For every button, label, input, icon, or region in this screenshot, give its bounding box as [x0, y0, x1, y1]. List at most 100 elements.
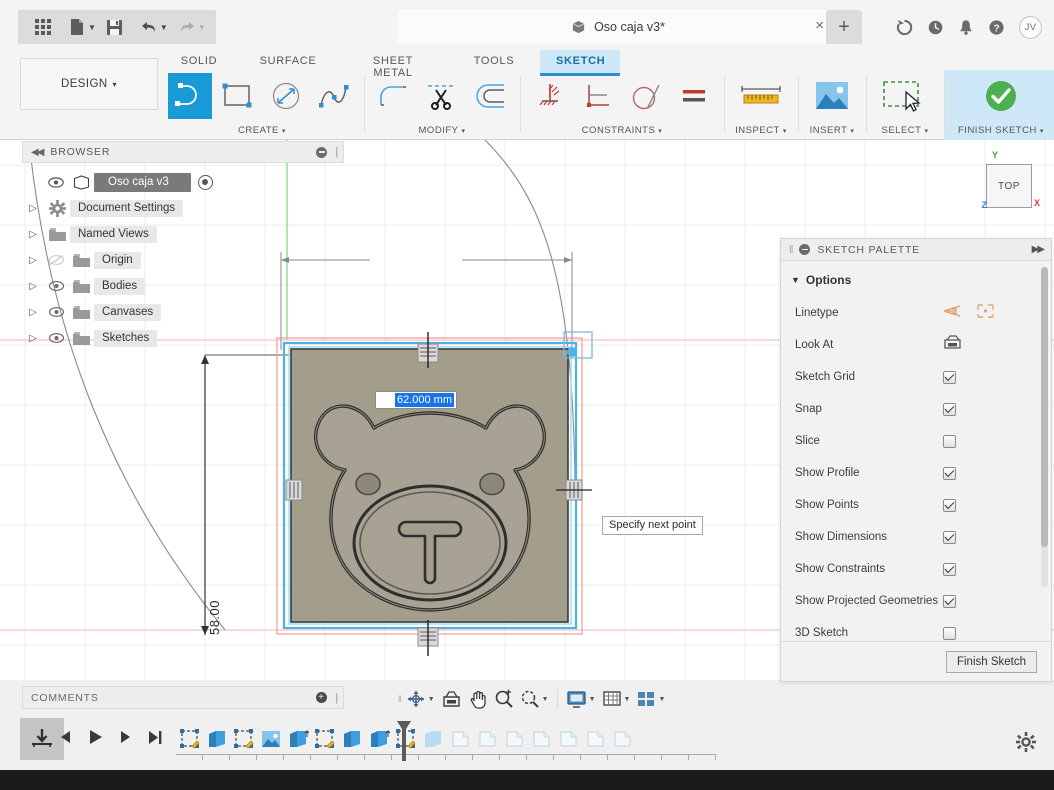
- timeline-item-pending[interactable]: [608, 724, 635, 754]
- help-icon[interactable]: ?: [988, 19, 1005, 36]
- expand-arrow-icon[interactable]: ▷: [22, 229, 44, 240]
- add-comment-button[interactable]: +: [316, 692, 327, 703]
- visibility-eye-off-icon[interactable]: [44, 254, 68, 266]
- timeline-item-pending[interactable]: [581, 724, 608, 754]
- insert-canvas-button[interactable]: [806, 73, 858, 119]
- linetype-normal-icon[interactable]: [943, 303, 962, 324]
- document-tab[interactable]: Oso caja v3* ×: [398, 10, 838, 44]
- viewports-button[interactable]: ▼: [634, 689, 667, 709]
- options-section-header[interactable]: ▼ Options: [781, 269, 1051, 297]
- palette-minimize-button[interactable]: [799, 244, 811, 255]
- snap-checkbox[interactable]: [943, 402, 956, 416]
- create-line-button[interactable]: [168, 73, 212, 119]
- undo-caret-icon[interactable]: ▼: [160, 23, 168, 32]
- timeline-item-extrude[interactable]: [284, 724, 311, 754]
- close-tab-button[interactable]: ×: [815, 18, 824, 33]
- new-tab-button[interactable]: +: [826, 10, 862, 44]
- redo-caret-icon[interactable]: ▼: [198, 23, 206, 32]
- dimension-input[interactable]: 62.000 mm: [375, 391, 457, 409]
- ribbon-group-modify-label[interactable]: MODIFY ▾: [419, 125, 466, 136]
- save-button[interactable]: [98, 12, 132, 42]
- expand-arrow-icon[interactable]: ▷: [22, 255, 44, 266]
- zoom-button[interactable]: [492, 688, 516, 710]
- show-profile-checkbox[interactable]: [943, 466, 956, 480]
- navbar-grip-icon[interactable]: ‖: [398, 694, 402, 704]
- expand-arrow-icon[interactable]: ▷: [22, 307, 44, 318]
- timeline-item-extrude[interactable]: [365, 724, 392, 754]
- modify-fillet-button[interactable]: [372, 73, 416, 119]
- timeline-item-pending[interactable]: [554, 724, 581, 754]
- look-at-icon[interactable]: [943, 334, 962, 356]
- ribbon-group-insert-label[interactable]: INSERT ▾: [810, 125, 855, 136]
- slice-checkbox[interactable]: [943, 434, 956, 448]
- timeline-item-canvas[interactable]: [257, 724, 284, 754]
- linetype-construction-icon[interactable]: [976, 303, 995, 324]
- timeline-settings-button[interactable]: [1016, 732, 1036, 757]
- palette-scrollbar[interactable]: [1041, 267, 1048, 587]
- timeline-item-sketch[interactable]: [311, 724, 338, 754]
- zoom-window-button[interactable]: ▼: [518, 688, 551, 710]
- modify-offset-button[interactable]: [468, 73, 512, 119]
- browser-minimize-button[interactable]: [316, 146, 327, 158]
- ribbon-group-select-label[interactable]: SELECT ▾: [882, 125, 929, 136]
- timeline-item-pending[interactable]: [473, 724, 500, 754]
- create-spline-button[interactable]: [312, 73, 356, 119]
- select-tool-button[interactable]: [874, 73, 936, 119]
- show-constraints-checkbox[interactable]: [943, 562, 956, 576]
- timeline-playhead[interactable]: [396, 720, 412, 762]
- palette-grip-icon[interactable]: ‖: [789, 244, 794, 256]
- view-cube[interactable]: TOP: [986, 164, 1032, 208]
- orbit-button[interactable]: ▼: [404, 688, 437, 710]
- expand-arrow-icon[interactable]: ▷: [22, 203, 44, 214]
- collapse-right-icon[interactable]: ▶▶: [1032, 244, 1045, 255]
- timeline-item-pending[interactable]: [500, 724, 527, 754]
- tree-node-root[interactable]: Oso caja v3: [22, 169, 344, 195]
- timeline-item-pending[interactable]: [446, 724, 473, 754]
- finish-sketch-button[interactable]: [973, 73, 1029, 119]
- sketch-grid-checkbox[interactable]: [943, 370, 956, 384]
- tree-node-canvases[interactable]: ▷ Canvases: [22, 299, 344, 325]
- visibility-eye-icon[interactable]: [44, 306, 68, 318]
- activate-component-icon[interactable]: [197, 174, 213, 190]
- collapse-left-icon[interactable]: ◀◀: [31, 147, 44, 158]
- show-dimensions-checkbox[interactable]: [943, 530, 956, 544]
- visibility-eye-icon[interactable]: [44, 332, 68, 344]
- comments-bar[interactable]: COMMENTS + |: [22, 686, 344, 709]
- bell-icon[interactable]: [958, 19, 974, 36]
- tree-node-origin[interactable]: ▷ Origin: [22, 247, 344, 273]
- history-icon[interactable]: [927, 19, 944, 36]
- tree-node-bodies[interactable]: ▷ Bodies: [22, 273, 344, 299]
- timeline-item-sketch[interactable]: [176, 724, 203, 754]
- timeline-item-pending[interactable]: [527, 724, 554, 754]
- app-grid-button[interactable]: [26, 12, 60, 42]
- look-at-button[interactable]: [439, 689, 464, 710]
- timeline-item-extrude[interactable]: [203, 724, 230, 754]
- avatar[interactable]: JV: [1019, 16, 1042, 39]
- visibility-eye-icon[interactable]: [44, 280, 68, 292]
- create-circle-button[interactable]: [264, 73, 308, 119]
- constraint-perpendicular-button[interactable]: [576, 73, 620, 119]
- ribbon-group-inspect-label[interactable]: INSPECT ▾: [735, 125, 787, 136]
- constraint-equal-button[interactable]: [672, 73, 716, 119]
- timeline-play-button[interactable]: [87, 728, 104, 751]
- ribbon-group-create-label[interactable]: CREATE ▾: [238, 125, 286, 136]
- 3d-sketch-checkbox[interactable]: [943, 626, 956, 640]
- refresh-icon[interactable]: [896, 19, 913, 36]
- comments-resize-grip[interactable]: |: [335, 692, 339, 704]
- create-rectangle-button[interactable]: [216, 73, 260, 119]
- workspace-switcher-button[interactable]: DESIGN ▾: [20, 58, 158, 110]
- tree-node-sketches[interactable]: ▷ Sketches: [22, 325, 344, 351]
- finish-sketch-dialog-button[interactable]: Finish Sketch: [945, 650, 1037, 673]
- ribbon-group-finish-label[interactable]: FINISH SKETCH ▾: [958, 125, 1044, 136]
- display-settings-button[interactable]: ▼: [564, 689, 598, 710]
- visibility-eye-icon[interactable]: [44, 176, 68, 188]
- tree-node-document-settings[interactable]: ▷ Document Settings: [22, 195, 344, 221]
- timeline-item-extrude[interactable]: [338, 724, 365, 754]
- timeline-item-sketch[interactable]: [230, 724, 257, 754]
- tree-node-named-views[interactable]: ▷ Named Views: [22, 221, 344, 247]
- show-projected-geometries-checkbox[interactable]: [943, 594, 956, 608]
- expand-arrow-icon[interactable]: ▷: [22, 333, 44, 344]
- show-points-checkbox[interactable]: [943, 498, 956, 512]
- grid-snaps-button[interactable]: ▼: [600, 689, 633, 709]
- expand-arrow-icon[interactable]: ▷: [22, 281, 44, 292]
